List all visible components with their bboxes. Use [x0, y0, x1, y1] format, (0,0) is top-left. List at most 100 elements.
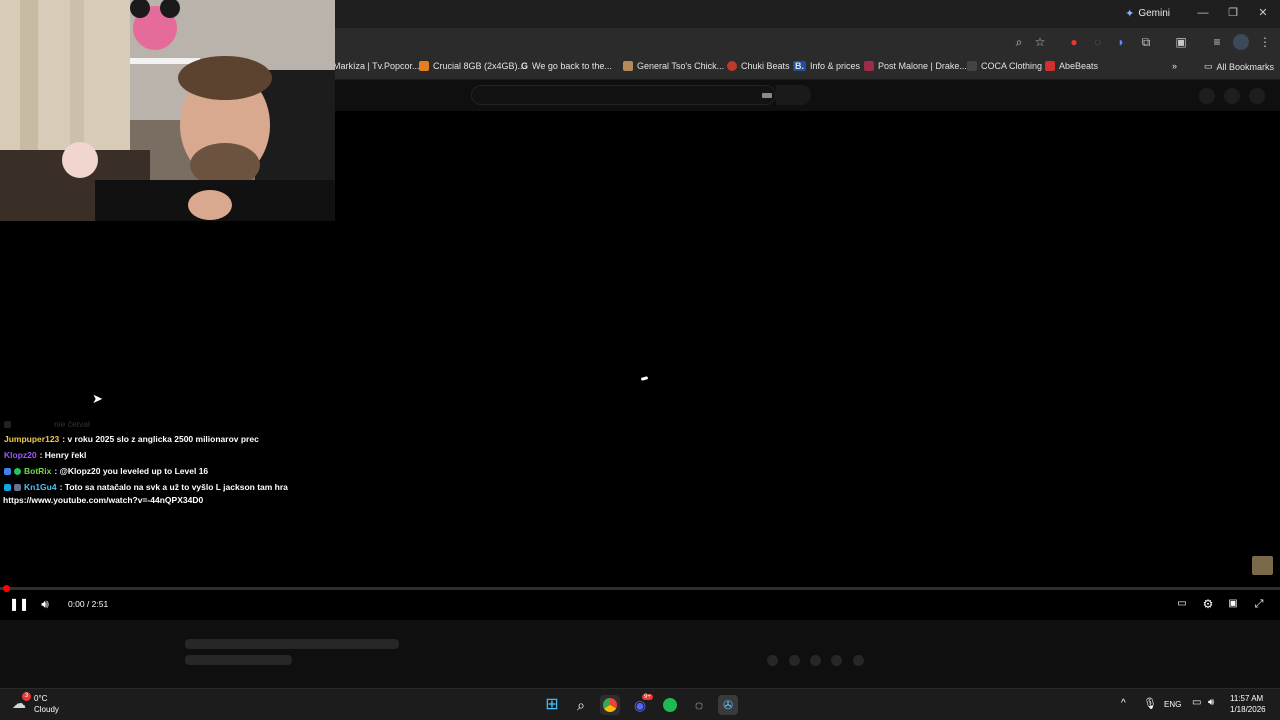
chat-faded-line: nie četval — [4, 419, 90, 429]
bookmark-item[interactable]: B. Info & prices — [793, 61, 860, 71]
bookmark-item[interactable]: COCA Clothing — [967, 61, 1042, 71]
sub-badge-icon — [4, 483, 11, 491]
microphone-icon[interactable]: 🎙︎ — [1143, 697, 1157, 710]
zoom-icon[interactable]: ⌕ — [1011, 34, 1027, 50]
pause-button[interactable]: ❚❚ — [9, 597, 29, 611]
chuki-favicon-icon — [727, 61, 737, 71]
tab-search-icon[interactable]: ▣ — [1173, 34, 1189, 50]
windows-start-icon[interactable]: ⊞ — [542, 695, 562, 715]
speaker-icon[interactable]: 🔊︎ — [1208, 697, 1214, 708]
search-icon[interactable]: ⌕ — [571, 695, 591, 715]
profile-avatar-icon[interactable] — [1233, 34, 1249, 50]
chat-link-text: https://www.youtube.com/watch?v=-44nQPX3… — [3, 495, 204, 505]
volume-icon[interactable]: 🔊︎ — [37, 597, 53, 611]
gemini-label: Gemini — [1138, 8, 1170, 19]
weather-badge: 3 — [22, 692, 31, 701]
time-display: 0:00 / 2:51 — [68, 599, 109, 609]
tray-chevron-icon[interactable]: ^ — [1121, 698, 1126, 709]
menu-kebab-icon[interactable]: ⋮ — [1257, 34, 1273, 50]
search-button[interactable] — [776, 85, 811, 105]
chat-text: : Henry řekl — [39, 450, 87, 460]
bookmark-item[interactable]: General Tso's Chick... — [623, 61, 724, 71]
subtitles-icon[interactable]: ▭ — [1174, 597, 1190, 611]
steam-icon[interactable]: ✇ — [718, 695, 738, 715]
chat-message: BotRix : @Klopz20 you leveled up to Leve… — [4, 466, 208, 476]
chat-username: BotRix — [24, 466, 52, 476]
bookmark-item[interactable]: Markíza | Tv.Popcor... — [333, 61, 420, 71]
spotify-icon[interactable] — [660, 695, 680, 715]
all-bookmarks-button[interactable]: ▭ All Bookmarks — [1204, 61, 1274, 72]
google-favicon-icon: G — [521, 61, 529, 71]
recipe-favicon-icon — [623, 61, 633, 71]
bookmark-star-icon[interactable]: ☆ — [1032, 34, 1048, 50]
minimize-icon[interactable]: — — [1194, 5, 1212, 21]
bookmark-item[interactable]: Chuki Beats — [727, 61, 790, 71]
gemini-button[interactable]: ✦ Gemini — [1125, 7, 1170, 20]
more-bookmarks-chevron-icon[interactable]: » — [1172, 61, 1177, 71]
chrome-icon[interactable] — [600, 695, 620, 715]
bookmark-item[interactable]: G We go back to the... — [521, 61, 612, 71]
b-favicon-icon: B. — [793, 61, 806, 71]
clock-time[interactable]: 11:57 AM — [1230, 694, 1263, 703]
search-input[interactable] — [471, 85, 776, 105]
keyboard-icon[interactable] — [762, 93, 772, 98]
network-icon[interactable]: ▭ — [1192, 697, 1201, 708]
bookmark-label: Crucial 8GB (2x4GB)... — [433, 61, 526, 71]
postmalone-favicon-icon — [864, 61, 874, 71]
action-skeleton — [789, 655, 800, 666]
bookmark-label: AbeBeats — [1059, 61, 1099, 71]
media-control-icon[interactable]: ≡ — [1209, 34, 1225, 50]
theater-mode-icon[interactable]: ▣ — [1225, 597, 1241, 611]
bookmark-item[interactable]: AbeBeats — [1045, 61, 1098, 71]
bookmark-label: Chuki Beats — [741, 61, 790, 71]
chat-link: https://www.youtube.com/watch?v=-44nQPX3… — [3, 495, 203, 505]
extension-blue-icon[interactable]: ◗ — [1113, 34, 1129, 50]
extension-red-icon[interactable]: ● — [1066, 34, 1082, 50]
progress-bar[interactable] — [0, 587, 1280, 590]
below-player-area — [0, 620, 1280, 688]
chat-badge-icon — [4, 420, 11, 428]
fullscreen-icon[interactable]: ⤢ — [1251, 597, 1267, 611]
title-skeleton — [185, 639, 399, 649]
cursor-icon: ➤ — [92, 391, 103, 406]
folder-icon: ▭ — [1204, 61, 1213, 71]
language-indicator[interactable]: ENG — [1164, 700, 1181, 709]
chat-text: : v roku 2025 slo z anglicka 2500 milion… — [62, 434, 259, 444]
mic-badge-icon — [14, 483, 21, 491]
weather-temp[interactable]: 0°C — [34, 694, 47, 703]
settings-gear-icon[interactable]: ⚙ — [1200, 597, 1216, 611]
clock-date[interactable]: 1/18/2026 — [1230, 705, 1266, 714]
progress-scrubber[interactable] — [3, 585, 10, 592]
chat-faded-text: nie četval — [54, 419, 90, 429]
bookmark-label: Post Malone | Drake... — [878, 61, 967, 71]
extension-grey-icon[interactable]: ◌ — [1090, 34, 1106, 50]
webcam-image — [0, 0, 335, 221]
bookmark-label: COCA Clothing — [981, 61, 1043, 71]
create-icon[interactable] — [1199, 88, 1215, 104]
restore-icon[interactable]: ❐ — [1224, 5, 1242, 21]
chat-username: Klopz20 — [4, 450, 37, 460]
close-icon[interactable]: ✕ — [1254, 5, 1272, 21]
webcam-overlay — [0, 0, 335, 221]
weather-desc[interactable]: Cloudy — [34, 705, 59, 714]
verified-badge-icon — [14, 467, 21, 475]
extensions-puzzle-icon[interactable]: ⧉ — [1138, 34, 1154, 50]
app-icon[interactable]: ◌ — [689, 695, 709, 715]
notifications-icon[interactable] — [1224, 88, 1240, 104]
bookmark-label: General Tso's Chick... — [637, 61, 725, 71]
coca-favicon-icon — [967, 61, 977, 71]
chat-text: : Toto sa natačalo na svk a už to vyšlo … — [59, 482, 288, 492]
channel-watermark-icon[interactable] — [1252, 556, 1273, 575]
chat-text: : @Klopz20 you leveled up to Level 16 — [54, 466, 209, 476]
bookmark-item[interactable]: Crucial 8GB (2x4GB)... — [419, 61, 525, 71]
action-skeleton — [831, 655, 842, 666]
abebeats-favicon-icon — [1045, 61, 1055, 71]
bookmark-item[interactable]: Post Malone | Drake... — [864, 61, 967, 71]
bookmark-label: Info & prices — [810, 61, 861, 71]
youtube-header — [335, 80, 1280, 111]
subtitle-skeleton — [185, 655, 292, 665]
all-bookmarks-label: All Bookmarks — [1216, 61, 1275, 72]
avatar[interactable] — [1249, 88, 1265, 104]
chat-message: Kn1Gu4 : Toto sa natačalo na svk a už to… — [4, 482, 288, 492]
chat-message: Jumpuper123 : v roku 2025 slo z anglicka… — [4, 434, 259, 444]
